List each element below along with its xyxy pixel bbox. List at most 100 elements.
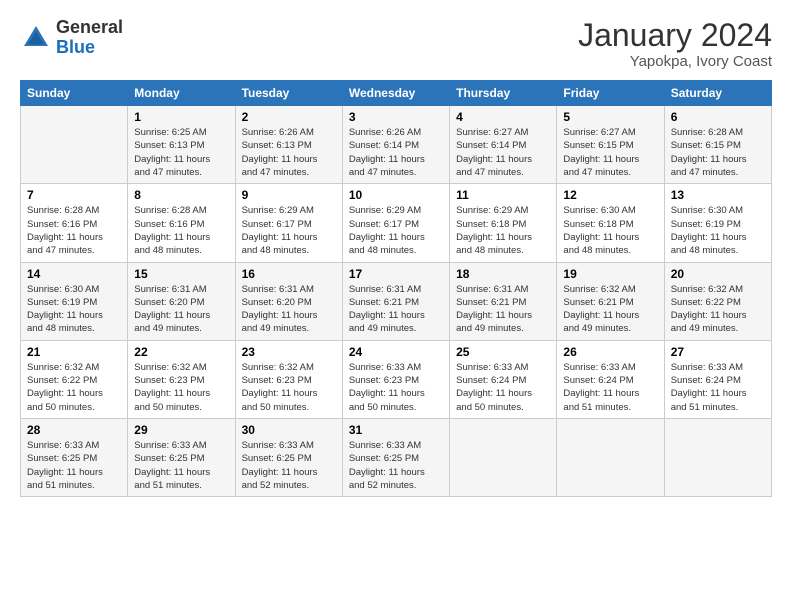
day-number: 3 (349, 110, 443, 124)
calendar-week-row-4: 28 Sunrise: 6:33 AMSunset: 6:25 PMDaylig… (21, 418, 772, 496)
day-number: 10 (349, 188, 443, 202)
calendar-cell (557, 418, 664, 496)
day-number: 28 (27, 423, 121, 437)
calendar-cell (450, 418, 557, 496)
header-tuesday: Tuesday (235, 81, 342, 106)
day-detail: Sunrise: 6:28 AMSunset: 6:15 PMDaylight:… (671, 126, 765, 179)
day-number: 14 (27, 267, 121, 281)
day-detail: Sunrise: 6:31 AMSunset: 6:20 PMDaylight:… (134, 283, 228, 336)
day-detail: Sunrise: 6:28 AMSunset: 6:16 PMDaylight:… (134, 204, 228, 257)
day-detail: Sunrise: 6:29 AMSunset: 6:18 PMDaylight:… (456, 204, 550, 257)
calendar-cell: 30 Sunrise: 6:33 AMSunset: 6:25 PMDaylig… (235, 418, 342, 496)
day-detail: Sunrise: 6:32 AMSunset: 6:22 PMDaylight:… (671, 283, 765, 336)
day-detail: Sunrise: 6:33 AMSunset: 6:24 PMDaylight:… (563, 361, 657, 414)
calendar-cell: 14 Sunrise: 6:30 AMSunset: 6:19 PMDaylig… (21, 262, 128, 340)
calendar-cell: 15 Sunrise: 6:31 AMSunset: 6:20 PMDaylig… (128, 262, 235, 340)
calendar-cell: 9 Sunrise: 6:29 AMSunset: 6:17 PMDayligh… (235, 184, 342, 262)
day-number: 26 (563, 345, 657, 359)
day-number: 30 (242, 423, 336, 437)
day-number: 19 (563, 267, 657, 281)
day-detail: Sunrise: 6:33 AMSunset: 6:25 PMDaylight:… (242, 439, 336, 492)
day-detail: Sunrise: 6:32 AMSunset: 6:22 PMDaylight:… (27, 361, 121, 414)
day-number: 15 (134, 267, 228, 281)
day-number: 25 (456, 345, 550, 359)
day-number: 16 (242, 267, 336, 281)
day-number: 22 (134, 345, 228, 359)
day-detail: Sunrise: 6:33 AMSunset: 6:23 PMDaylight:… (349, 361, 443, 414)
calendar-cell: 24 Sunrise: 6:33 AMSunset: 6:23 PMDaylig… (342, 340, 449, 418)
day-number: 27 (671, 345, 765, 359)
calendar-cell: 1 Sunrise: 6:25 AMSunset: 6:13 PMDayligh… (128, 106, 235, 184)
header: General Blue January 2024 Yapokpa, Ivory… (20, 18, 772, 70)
calendar-week-row-2: 14 Sunrise: 6:30 AMSunset: 6:19 PMDaylig… (21, 262, 772, 340)
day-detail: Sunrise: 6:30 AMSunset: 6:19 PMDaylight:… (671, 204, 765, 257)
day-number: 11 (456, 188, 550, 202)
day-detail: Sunrise: 6:33 AMSunset: 6:24 PMDaylight:… (671, 361, 765, 414)
day-detail: Sunrise: 6:29 AMSunset: 6:17 PMDaylight:… (242, 204, 336, 257)
calendar-cell: 18 Sunrise: 6:31 AMSunset: 6:21 PMDaylig… (450, 262, 557, 340)
day-number: 24 (349, 345, 443, 359)
logo: General Blue (20, 18, 123, 58)
header-sunday: Sunday (21, 81, 128, 106)
day-detail: Sunrise: 6:29 AMSunset: 6:17 PMDaylight:… (349, 204, 443, 257)
calendar-subtitle: Yapokpa, Ivory Coast (578, 53, 772, 70)
calendar-cell: 10 Sunrise: 6:29 AMSunset: 6:17 PMDaylig… (342, 184, 449, 262)
calendar-cell: 19 Sunrise: 6:32 AMSunset: 6:21 PMDaylig… (557, 262, 664, 340)
day-number: 29 (134, 423, 228, 437)
header-wednesday: Wednesday (342, 81, 449, 106)
calendar-cell: 5 Sunrise: 6:27 AMSunset: 6:15 PMDayligh… (557, 106, 664, 184)
calendar-cell: 7 Sunrise: 6:28 AMSunset: 6:16 PMDayligh… (21, 184, 128, 262)
calendar-cell: 11 Sunrise: 6:29 AMSunset: 6:18 PMDaylig… (450, 184, 557, 262)
day-number: 31 (349, 423, 443, 437)
day-detail: Sunrise: 6:27 AMSunset: 6:15 PMDaylight:… (563, 126, 657, 179)
calendar-cell: 28 Sunrise: 6:33 AMSunset: 6:25 PMDaylig… (21, 418, 128, 496)
day-number: 23 (242, 345, 336, 359)
logo-text-general: General (56, 18, 123, 38)
day-detail: Sunrise: 6:27 AMSunset: 6:14 PMDaylight:… (456, 126, 550, 179)
calendar-week-row-3: 21 Sunrise: 6:32 AMSunset: 6:22 PMDaylig… (21, 340, 772, 418)
calendar-cell: 29 Sunrise: 6:33 AMSunset: 6:25 PMDaylig… (128, 418, 235, 496)
calendar-cell: 8 Sunrise: 6:28 AMSunset: 6:16 PMDayligh… (128, 184, 235, 262)
calendar-cell: 31 Sunrise: 6:33 AMSunset: 6:25 PMDaylig… (342, 418, 449, 496)
calendar-cell: 13 Sunrise: 6:30 AMSunset: 6:19 PMDaylig… (664, 184, 771, 262)
day-detail: Sunrise: 6:28 AMSunset: 6:16 PMDaylight:… (27, 204, 121, 257)
day-detail: Sunrise: 6:31 AMSunset: 6:21 PMDaylight:… (349, 283, 443, 336)
day-detail: Sunrise: 6:33 AMSunset: 6:25 PMDaylight:… (27, 439, 121, 492)
day-number: 8 (134, 188, 228, 202)
day-detail: Sunrise: 6:25 AMSunset: 6:13 PMDaylight:… (134, 126, 228, 179)
calendar-cell: 26 Sunrise: 6:33 AMSunset: 6:24 PMDaylig… (557, 340, 664, 418)
calendar-table: Sunday Monday Tuesday Wednesday Thursday… (20, 80, 772, 497)
day-number: 20 (671, 267, 765, 281)
calendar-cell: 2 Sunrise: 6:26 AMSunset: 6:13 PMDayligh… (235, 106, 342, 184)
calendar-cell: 4 Sunrise: 6:27 AMSunset: 6:14 PMDayligh… (450, 106, 557, 184)
calendar-cell: 20 Sunrise: 6:32 AMSunset: 6:22 PMDaylig… (664, 262, 771, 340)
day-detail: Sunrise: 6:26 AMSunset: 6:14 PMDaylight:… (349, 126, 443, 179)
header-monday: Monday (128, 81, 235, 106)
calendar-cell: 17 Sunrise: 6:31 AMSunset: 6:21 PMDaylig… (342, 262, 449, 340)
day-detail: Sunrise: 6:30 AMSunset: 6:19 PMDaylight:… (27, 283, 121, 336)
logo-icon (20, 22, 52, 54)
calendar-cell: 12 Sunrise: 6:30 AMSunset: 6:18 PMDaylig… (557, 184, 664, 262)
weekday-header-row: Sunday Monday Tuesday Wednesday Thursday… (21, 81, 772, 106)
day-number: 13 (671, 188, 765, 202)
day-detail: Sunrise: 6:33 AMSunset: 6:25 PMDaylight:… (349, 439, 443, 492)
day-detail: Sunrise: 6:30 AMSunset: 6:18 PMDaylight:… (563, 204, 657, 257)
calendar-cell: 23 Sunrise: 6:32 AMSunset: 6:23 PMDaylig… (235, 340, 342, 418)
logo-text-blue: Blue (56, 38, 123, 58)
calendar-cell: 6 Sunrise: 6:28 AMSunset: 6:15 PMDayligh… (664, 106, 771, 184)
day-number: 7 (27, 188, 121, 202)
day-detail: Sunrise: 6:31 AMSunset: 6:20 PMDaylight:… (242, 283, 336, 336)
day-number: 2 (242, 110, 336, 124)
header-friday: Friday (557, 81, 664, 106)
day-detail: Sunrise: 6:33 AMSunset: 6:24 PMDaylight:… (456, 361, 550, 414)
calendar-week-row-0: 1 Sunrise: 6:25 AMSunset: 6:13 PMDayligh… (21, 106, 772, 184)
day-number: 18 (456, 267, 550, 281)
calendar-cell: 21 Sunrise: 6:32 AMSunset: 6:22 PMDaylig… (21, 340, 128, 418)
title-block: January 2024 Yapokpa, Ivory Coast (578, 18, 772, 70)
day-detail: Sunrise: 6:33 AMSunset: 6:25 PMDaylight:… (134, 439, 228, 492)
calendar-cell (21, 106, 128, 184)
day-detail: Sunrise: 6:32 AMSunset: 6:23 PMDaylight:… (134, 361, 228, 414)
day-detail: Sunrise: 6:31 AMSunset: 6:21 PMDaylight:… (456, 283, 550, 336)
calendar-cell: 25 Sunrise: 6:33 AMSunset: 6:24 PMDaylig… (450, 340, 557, 418)
day-detail: Sunrise: 6:32 AMSunset: 6:21 PMDaylight:… (563, 283, 657, 336)
